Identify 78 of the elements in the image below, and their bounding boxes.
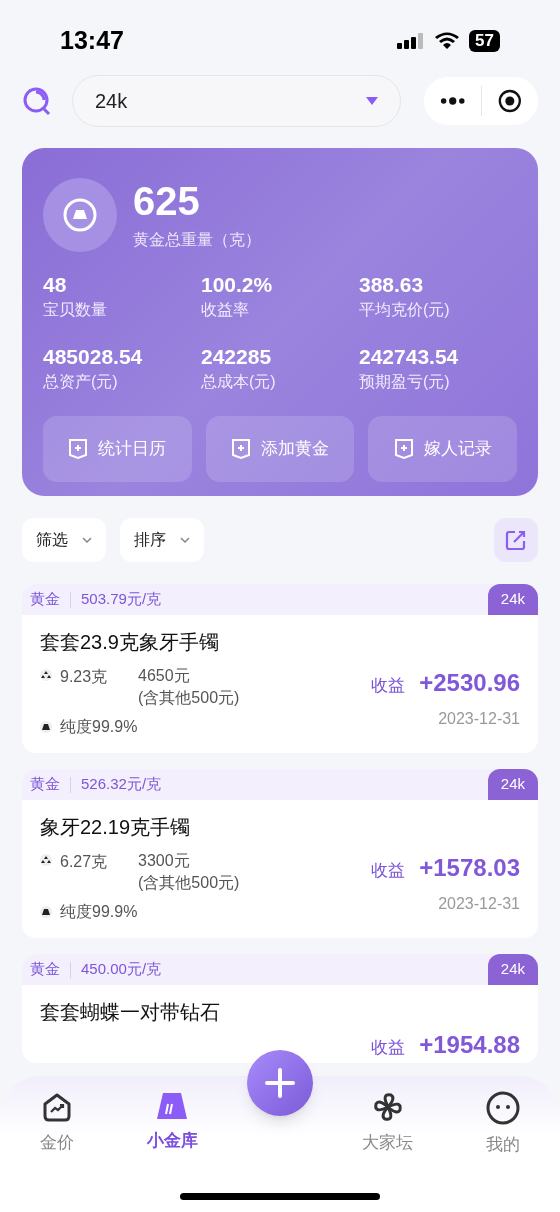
add-document-icon bbox=[231, 438, 251, 460]
weight-value: 9.23克 bbox=[60, 667, 109, 687]
stat-value: 242743.54 bbox=[359, 344, 460, 370]
income-value: +1578.03 bbox=[419, 853, 520, 883]
total-weight-label: 黄金总重量（克） bbox=[133, 230, 261, 250]
battery-indicator: 57 bbox=[469, 30, 500, 52]
add-button[interactable] bbox=[247, 1050, 313, 1116]
purity-icon bbox=[40, 906, 52, 918]
face-icon bbox=[484, 1090, 521, 1126]
search-icon[interactable] bbox=[22, 86, 52, 116]
filter-dropdown[interactable]: 筛选 bbox=[22, 518, 106, 562]
purity-value: 纯度99.9% bbox=[60, 717, 138, 737]
more-icon[interactable] bbox=[440, 96, 466, 106]
add-document-icon bbox=[68, 438, 89, 460]
record-icon[interactable] bbox=[498, 88, 522, 114]
weight-icon bbox=[40, 669, 52, 681]
filter-dropdown[interactable]: 排序 bbox=[120, 518, 204, 562]
stat-value: 242285 bbox=[201, 344, 273, 370]
ingot-icon bbox=[62, 197, 98, 233]
income-label: 收益 bbox=[371, 1037, 406, 1059]
item-title: 套套23.9克象牙手镯 bbox=[40, 630, 220, 655]
signal-icon bbox=[397, 32, 426, 50]
tab-item[interactable]: 小金库 bbox=[132, 1090, 213, 1154]
stat-value: 100.2% bbox=[201, 272, 274, 298]
stat-value: 388.63 bbox=[359, 272, 425, 298]
add-document-icon bbox=[393, 438, 414, 460]
stat-label: 预期盈亏(元) bbox=[359, 372, 451, 392]
category-label: 黄金 bbox=[30, 959, 60, 980]
item-title: 象牙22.19克手镯 bbox=[40, 815, 192, 840]
total-weight-value: 625 bbox=[133, 178, 201, 224]
stat-label: 宝贝数量 bbox=[43, 300, 108, 320]
action-button[interactable]: 添加黄金 bbox=[205, 416, 355, 482]
item-card[interactable]: 黄金 450.00元/克 24k 套套蝴蝶一对带钻石 收益 +1954.88 bbox=[22, 954, 538, 1063]
stat-value: 48 bbox=[43, 272, 68, 298]
unit-price: 503.79元/克 bbox=[81, 589, 162, 610]
cost-note: (含其他500元) bbox=[138, 688, 240, 708]
tab-item[interactable]: 金价 bbox=[17, 1090, 98, 1156]
dropdown-caret-icon bbox=[366, 97, 378, 105]
category-label: 黄金 bbox=[30, 774, 60, 795]
chevron-down-icon bbox=[180, 537, 190, 543]
unit-price: 526.32元/克 bbox=[81, 774, 162, 795]
category-label: 黄金 bbox=[30, 589, 60, 610]
action-button[interactable]: 嫁人记录 bbox=[368, 416, 517, 482]
stat-label: 平均克价(元) bbox=[359, 300, 451, 320]
edit-icon bbox=[505, 529, 527, 551]
stat-label: 收益率 bbox=[201, 300, 250, 320]
stat-value: 485028.54 bbox=[43, 344, 144, 370]
plus-icon bbox=[265, 1068, 295, 1098]
income-value: +1954.88 bbox=[419, 1030, 520, 1060]
purity-icon bbox=[40, 721, 52, 733]
type-selector[interactable]: 24k bbox=[72, 75, 401, 127]
cost-value: 3300元 bbox=[138, 851, 191, 871]
chevron-down-icon bbox=[82, 537, 92, 543]
action-button[interactable]: 统计日历 bbox=[43, 416, 192, 482]
income-value: +2530.96 bbox=[419, 668, 520, 698]
item-card[interactable]: 黄金 526.32元/克 24k 象牙22.19克手镯 6.27克 3300元 (含其他500元) 纯度99.9% 收益 +1578.03 2023-12-31 bbox=[22, 769, 538, 938]
item-card[interactable]: 黄金 503.79元/克 24k 套套23.9克象牙手镯 9.23克 4650元 (含其他500元) 纯度99.9% 收益 +2530.96 2023-12-31 bbox=[22, 584, 538, 753]
karat-badge: 24k bbox=[487, 584, 538, 615]
cost-value: 4650元 bbox=[138, 666, 191, 686]
weight-value: 6.27克 bbox=[60, 852, 109, 872]
unit-price: 450.00元/克 bbox=[81, 959, 162, 980]
karat-badge: 24k bbox=[487, 769, 538, 800]
tab-item[interactable]: 大家坛 bbox=[347, 1090, 428, 1156]
status-time: 13:47 bbox=[60, 25, 124, 57]
karat-badge: 24k bbox=[487, 954, 538, 985]
income-label: 收益 bbox=[371, 675, 406, 697]
wifi-icon bbox=[435, 32, 460, 50]
purchase-date: 2023-12-31 bbox=[438, 709, 520, 729]
item-title: 套套蝴蝶一对带钻石 bbox=[40, 1000, 221, 1025]
purity-value: 纯度99.9% bbox=[60, 902, 138, 922]
income-label: 收益 bbox=[371, 860, 406, 882]
stat-label: 总成本(元) bbox=[201, 372, 277, 392]
tab-item[interactable]: 我的 bbox=[462, 1090, 543, 1158]
stat-label: 总资产(元) bbox=[43, 372, 119, 392]
edit-button[interactable] bbox=[494, 518, 538, 562]
weight-icon bbox=[40, 854, 52, 866]
purchase-date: 2023-12-31 bbox=[438, 894, 520, 914]
cost-note: (含其他500元) bbox=[138, 873, 240, 893]
